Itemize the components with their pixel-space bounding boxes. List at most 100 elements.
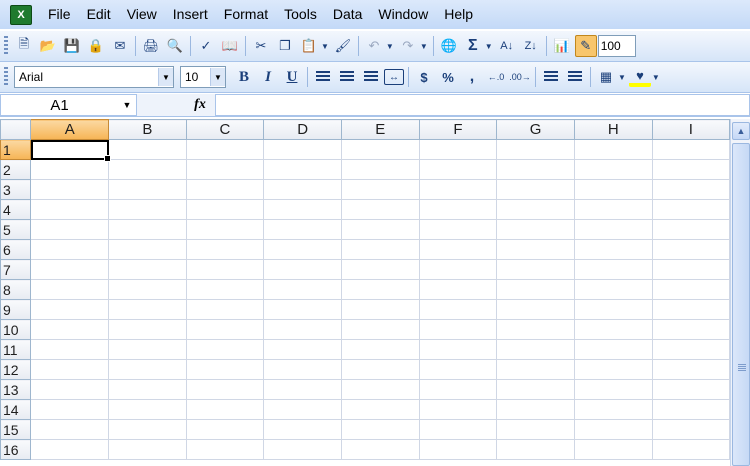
cell-c12[interactable] [185,359,265,380]
cell-i11[interactable] [651,339,730,360]
chevron-down-icon[interactable]: ▼ [210,68,225,86]
cell-g10[interactable] [496,319,575,340]
cell-h3[interactable] [573,179,653,200]
cell-d6[interactable] [263,239,342,260]
cell-f11[interactable] [418,339,498,360]
row-header-12[interactable]: 12 [0,359,32,380]
cell-h4[interactable] [573,199,653,220]
cell-b6[interactable] [108,239,187,260]
cell-b11[interactable] [108,339,187,360]
row-header-14[interactable]: 14 [0,399,32,420]
format-painter-icon[interactable]: 🖌 [332,35,354,57]
row-header-5[interactable]: 5 [0,219,32,240]
cell-e8[interactable] [340,279,420,300]
cell-c8[interactable] [185,279,265,300]
cell-a12[interactable] [30,359,110,380]
cell-a8[interactable] [30,279,110,300]
cell-i8[interactable] [651,279,730,300]
fill-color-dropdown-icon[interactable]: ▼ [652,73,660,82]
cell-d10[interactable] [263,319,342,340]
cell-i10[interactable] [651,319,730,340]
permission-icon[interactable]: 🔒 [85,35,107,57]
cell-e16[interactable] [340,439,420,460]
save-icon[interactable]: 💾 [61,35,83,57]
cell-e11[interactable] [340,339,420,360]
cell-g8[interactable] [496,279,575,300]
row-header-2[interactable]: 2 [0,159,32,180]
cell-d11[interactable] [263,339,342,360]
borders-dropdown-icon[interactable]: ▼ [618,73,626,82]
fill-color-icon[interactable]: ♥ [628,67,651,87]
cell-g7[interactable] [496,259,575,280]
cell-h10[interactable] [573,319,653,340]
column-header-g[interactable]: G [496,119,575,140]
decrease-indent-icon[interactable] [540,66,562,88]
cell-h2[interactable] [573,159,653,180]
open-icon[interactable]: 📂 [37,35,59,57]
cell-h6[interactable] [573,239,653,260]
cell-c13[interactable] [185,379,265,400]
menu-help[interactable]: Help [436,0,481,29]
cell-d13[interactable] [263,379,342,400]
cell-b14[interactable] [108,399,187,420]
cell-i9[interactable] [651,299,730,320]
cell-b1[interactable] [108,139,187,160]
cell-a1[interactable] [30,139,112,163]
cell-e7[interactable] [340,259,420,280]
autosum-dropdown-icon[interactable]: ▼ [485,42,493,51]
new-icon[interactable]: 🗎 [13,35,35,57]
cell-c14[interactable] [185,399,265,420]
column-header-c[interactable]: C [185,119,265,140]
cell-a9[interactable] [30,299,110,320]
cell-g6[interactable] [496,239,575,260]
italic-button[interactable]: I [257,66,279,88]
email-icon[interactable]: ✉ [109,35,131,57]
cell-f3[interactable] [418,179,498,200]
cell-e13[interactable] [340,379,420,400]
print-preview-icon[interactable]: 🔍 [164,35,186,57]
menu-file[interactable]: File [40,0,79,29]
cell-a2[interactable] [30,159,110,180]
cell-b2[interactable] [108,159,187,180]
cell-i16[interactable] [651,439,730,460]
cell-d5[interactable] [263,219,342,240]
cell-d7[interactable] [263,259,342,280]
cell-h14[interactable] [573,399,653,420]
cell-i2[interactable] [651,159,730,180]
cell-c3[interactable] [185,179,265,200]
menu-view[interactable]: View [119,0,165,29]
cell-g1[interactable] [496,139,575,160]
cell-f13[interactable] [418,379,498,400]
cell-c1[interactable] [185,139,265,160]
research-icon[interactable]: 📖 [219,35,241,57]
cell-b3[interactable] [108,179,187,200]
column-header-h[interactable]: H [573,119,653,140]
menu-window[interactable]: Window [370,0,436,29]
cell-g15[interactable] [496,419,575,440]
cell-c15[interactable] [185,419,265,440]
cell-e15[interactable] [340,419,420,440]
row-header-13[interactable]: 13 [0,379,32,400]
row-header-11[interactable]: 11 [0,339,32,360]
row-header-10[interactable]: 10 [0,319,32,340]
cell-a11[interactable] [30,339,110,360]
cell-d8[interactable] [263,279,342,300]
cell-i15[interactable] [651,419,730,440]
cell-g12[interactable] [496,359,575,380]
increase-decimal-icon[interactable]: ←.0 [485,66,507,88]
cell-f4[interactable] [418,199,498,220]
cell-g5[interactable] [496,219,575,240]
menu-format[interactable]: Format [216,0,276,29]
cut-icon[interactable]: ✂ [250,35,272,57]
toolbar-grip[interactable] [4,36,8,56]
cell-d2[interactable] [263,159,342,180]
cell-c16[interactable] [185,439,265,460]
cell-c7[interactable] [185,259,265,280]
row-header-16[interactable]: 16 [0,439,32,460]
excel-icon[interactable]: X [10,4,32,25]
cell-f10[interactable] [418,319,498,340]
cell-f2[interactable] [418,159,498,180]
chevron-down-icon[interactable]: ▼ [158,68,173,86]
font-size-combo[interactable]: 10 ▼ [180,66,226,88]
cell-e9[interactable] [340,299,420,320]
